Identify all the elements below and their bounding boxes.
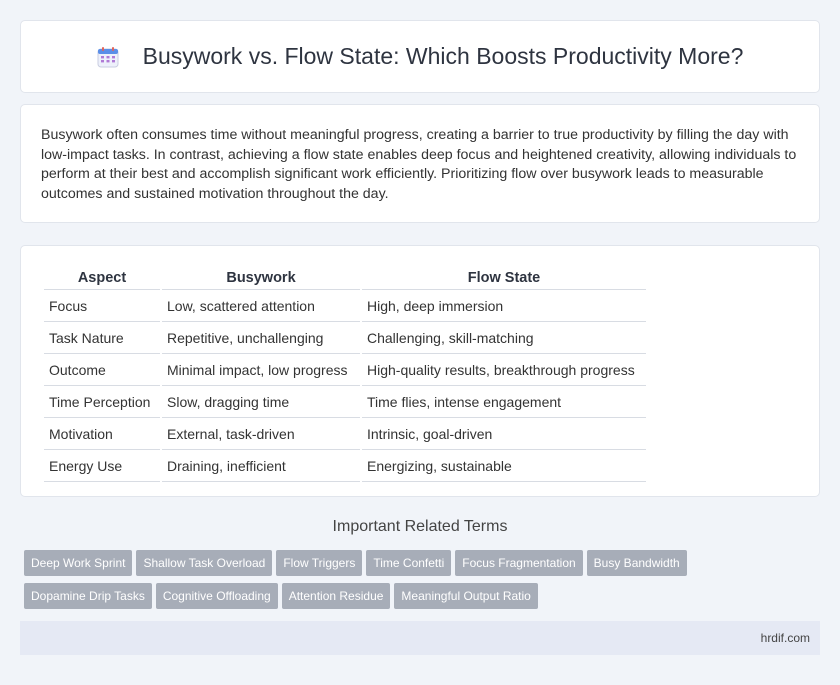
column-header: Aspect — [44, 266, 160, 290]
table-row: Time Perception Slow, dragging time Time f… — [44, 386, 646, 418]
footer: hrdif.com — [20, 621, 820, 655]
related-term-tag[interactable]: Deep Work Sprint — [24, 550, 133, 576]
table-cell: High-quality results, breakthrough progr… — [362, 354, 646, 386]
related-term-tag[interactable]: Busy Bandwidth — [586, 550, 687, 576]
table-cell: Motivation — [44, 418, 160, 450]
table-cell: Time Perception — [44, 386, 160, 418]
table-cell: Intrinsic, goal-driven — [362, 418, 646, 450]
table-cell: External, task-driven — [162, 418, 360, 450]
page-title: Busywork vs. Flow State: Which Boosts Pr… — [142, 43, 744, 69]
table-row: Task Nature Repetitive, unchallenging Chal… — [44, 322, 646, 354]
table-cell: Challenging, skill-matching — [362, 322, 646, 354]
table-row: Focus Low, scattered attention High, deep … — [44, 290, 646, 322]
related-term-tag[interactable]: Cognitive Offloading — [155, 583, 278, 609]
table-cell: Low, scattered attention — [162, 290, 360, 322]
footer-site: hrdif.com — [760, 631, 810, 645]
related-term-tag[interactable]: Time Confetti — [366, 550, 452, 576]
table-cell: Slow, dragging time — [162, 386, 360, 418]
table-cell: Draining, inefficient — [162, 450, 360, 482]
table-row: Energy Use Draining, inefficient Energizin… — [44, 450, 646, 482]
related-term-tag[interactable]: Dopamine Drip Tasks — [24, 583, 152, 609]
intro-card: Busywork often consumes time without mea… — [20, 104, 820, 223]
table-cell: Energy Use — [44, 450, 160, 482]
calendar-icon — [97, 46, 119, 67]
table-cell: Minimal impact, low progress — [162, 354, 360, 386]
related-term-tag[interactable]: Meaningful Output Ratio — [394, 583, 538, 609]
table-cell: Energizing, sustainable — [362, 450, 646, 482]
intro-text: Busywork often consumes time without mea… — [41, 127, 797, 202]
table-cell: Time flies, intense engagement — [362, 386, 646, 418]
related-term-tag[interactable]: Flow Triggers — [276, 550, 363, 576]
column-header: Flow State — [362, 266, 646, 290]
column-header: Busywork — [162, 266, 360, 290]
comparison-table: Aspect Busywork Flow State Focus Low, sca… — [42, 266, 648, 482]
table-row: Motivation External, task-driven Intrinsic… — [44, 418, 646, 450]
table-cell: Outcome — [44, 354, 160, 386]
related-term-tag[interactable]: Shallow Task Overload — [136, 550, 273, 576]
header-card: Busywork vs. Flow State: Which Boosts Pr… — [20, 20, 820, 93]
table-header-row: Aspect Busywork Flow State — [44, 266, 646, 290]
table-cell: Task Nature — [44, 322, 160, 354]
related-terms-list: Deep Work Sprint Shallow Task Overload Flo… — [24, 550, 814, 616]
related-terms-title: Important Related Terms — [332, 518, 508, 535]
comparison-card: Aspect Busywork Flow State Focus Low, sca… — [20, 245, 820, 497]
table-cell: Repetitive, unchallenging — [162, 322, 360, 354]
table-cell: Focus — [44, 290, 160, 322]
related-term-tag[interactable]: Focus Fragmentation — [455, 550, 583, 576]
table-cell: High, deep immersion — [362, 290, 646, 322]
related-term-tag[interactable]: Attention Residue — [281, 583, 391, 609]
table-row: Outcome Minimal impact, low progress High-… — [44, 354, 646, 386]
